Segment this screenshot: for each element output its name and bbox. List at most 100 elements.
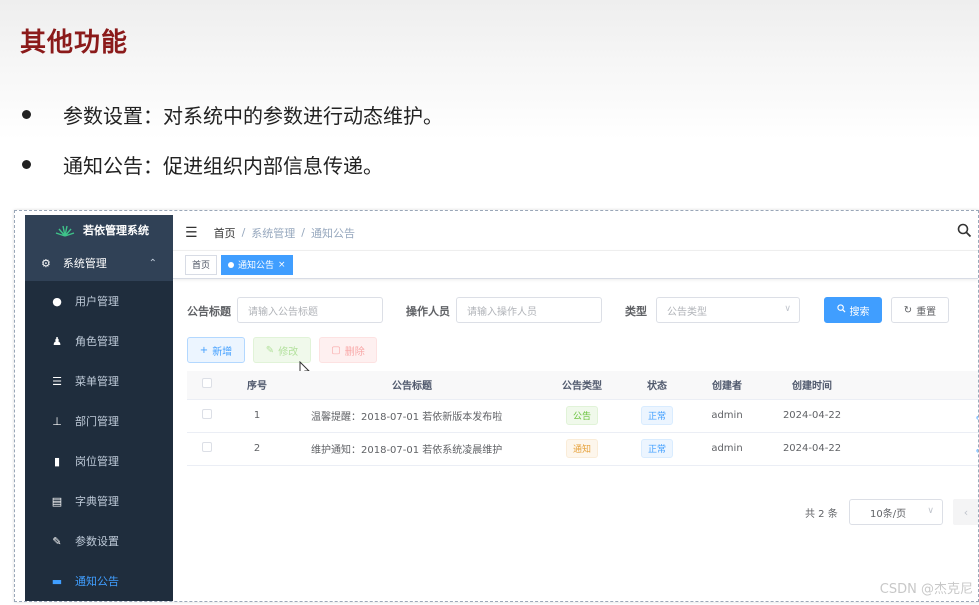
breadcrumb-separator: / (301, 226, 305, 239)
active-dot-icon (228, 261, 235, 268)
total-count: 共 2 条 (805, 509, 838, 520)
slide-title: 其他功能 (20, 28, 129, 58)
bullet-text: 通知公告：促进组织内部信息传递。 (63, 154, 383, 178)
app-logo[interactable]: 若依管理系统 (25, 215, 173, 245)
tag-notice[interactable]: 通知公告 × (221, 254, 293, 275)
page-size-value: 10条/页 (870, 508, 907, 520)
sidebar-item-label: 参数设置 (75, 535, 119, 548)
edit-button[interactable]: ✎ 修改 (253, 337, 311, 363)
column-header: 状态 (627, 371, 687, 400)
chevron-down-icon: ∨ (927, 506, 934, 516)
status-badge: 正常 (640, 406, 673, 425)
edit-button-label: 修改 (278, 346, 299, 358)
operation-cell: ✎ 修 (857, 432, 978, 466)
sidebar-item-label: 角色管理 (75, 335, 119, 348)
tree-table-icon: ☰ (52, 374, 62, 388)
tags-view: 首页 通知公告 × (173, 251, 978, 279)
column-header: 序号 (227, 371, 287, 400)
select-all-cell[interactable] (187, 371, 227, 400)
operator-placeholder: 请输入操作人员 (467, 306, 537, 318)
page-size-select[interactable]: 10条/页 ∨ (849, 499, 943, 525)
refresh-icon: ↻ (903, 304, 913, 316)
sidebar-item-label: 用户管理 (75, 295, 119, 308)
row-edit-link[interactable]: ✎ 修 (975, 411, 978, 426)
reset-button[interactable]: ↻ 重置 (891, 297, 949, 323)
sidebar-item-role[interactable]: ♟ 角色管理 (25, 321, 173, 361)
status-cell: 正常 (627, 399, 687, 433)
sidebar-group-label: 系统管理 (62, 257, 107, 270)
sidebar-item-menu[interactable]: ☰ 菜单管理 (25, 361, 173, 401)
message-icon: ▬ (51, 574, 63, 588)
sidebar-item-notice[interactable]: ▬ 通知公告 (25, 561, 173, 601)
add-button[interactable]: + 新增 (187, 337, 245, 363)
status-badge: 正常 (640, 439, 673, 458)
sidebar-item-dict[interactable]: ▤ 字典管理 (25, 481, 173, 521)
index-cell: 1 (227, 399, 287, 433)
table-row[interactable]: 2 维护通知：2018-07-01 若依系统凌晨维护 通知 正常 admin 2… (187, 432, 978, 466)
chevron-down-icon: ∨ (784, 304, 791, 314)
title-input[interactable]: 请输入公告标题 (237, 297, 383, 323)
hamburger-icon[interactable]: ☰ (185, 225, 198, 241)
trash-icon: ▢ (331, 344, 341, 356)
title-cell: 维护通知：2018-07-01 若依系统凌晨维护 (287, 432, 537, 466)
type-label: 类型 (625, 305, 647, 318)
delete-button-label: 删除 (344, 346, 365, 358)
type-badge: 公告 (565, 406, 598, 425)
created-cell: 2024-04-22 (767, 399, 857, 433)
search-button-label: 搜索 (849, 306, 870, 318)
column-header: 公告类型 (537, 371, 627, 400)
search-icon (836, 304, 846, 316)
sidebar-item-label: 字典管理 (75, 495, 119, 508)
title-placeholder: 请输入公告标题 (248, 306, 318, 318)
post-icon: ▮ (53, 454, 61, 468)
close-icon[interactable]: × (278, 260, 286, 270)
sidebar-item-dept[interactable]: ⊥ 部门管理 (25, 401, 173, 441)
creator-cell: admin (687, 399, 767, 433)
sidebar-item-post[interactable]: ▮ 岗位管理 (25, 441, 173, 481)
tag-home[interactable]: 首页 (185, 254, 218, 275)
search-icon[interactable] (957, 223, 972, 242)
pagination: 共 2 条 10条/页 ∨ ‹ (173, 499, 978, 525)
gear-icon: ⚙ (41, 256, 51, 270)
row-checkbox[interactable] (202, 442, 212, 452)
type-placeholder: 公告类型 (667, 306, 707, 318)
prev-page-button[interactable]: ‹ (953, 499, 978, 525)
column-header: 创建者 (687, 371, 767, 400)
sidebar-item-user[interactable]: ● 用户管理 (25, 281, 173, 321)
select-all-checkbox[interactable] (202, 378, 212, 389)
edit-icon: ✎ (52, 534, 62, 548)
search-form: 公告标题 请输入公告标题 操作人员 请输入操作人员 类型 公告类型 ∨ 搜索 ↻… (187, 297, 978, 323)
navbar: ☰ 首页 / 系统管理 / 通知公告 (173, 215, 978, 251)
sidebar-group-system[interactable]: ⚙ 系统管理 ⌃ (25, 245, 173, 281)
operator-input[interactable]: 请输入操作人员 (456, 297, 602, 323)
table-header-row: 序号 公告标题 公告类型 状态 创建者 创建时间 (187, 371, 978, 400)
breadcrumb-home[interactable]: 首页 (214, 225, 236, 241)
row-checkbox[interactable] (202, 409, 212, 419)
row-select-cell[interactable] (187, 432, 227, 466)
table-row[interactable]: 1 温馨提醒：2018-07-01 若依新版本发布啦 公告 正常 admin 2… (187, 399, 978, 433)
chevron-up-icon: ⌃ (148, 257, 157, 269)
created-cell: 2024-04-22 (767, 432, 857, 466)
row-select-cell[interactable] (187, 399, 227, 433)
column-header: 公告标题 (287, 371, 537, 400)
operation-cell: ✎ 修 (857, 399, 978, 433)
edit-icon: ✎ (265, 344, 275, 356)
status-cell: 正常 (627, 432, 687, 466)
bullet-item: 通知公告：促进组织内部信息传递。 (22, 150, 383, 179)
type-badge: 通知 (565, 439, 598, 458)
app-name: 若依管理系统 (83, 224, 149, 237)
bullet-dot-icon (22, 110, 31, 119)
breadcrumb-current: 通知公告 (311, 226, 355, 240)
delete-button[interactable]: ▢ 删除 (319, 337, 377, 363)
sidebar-item-config[interactable]: ✎ 参数设置 (25, 521, 173, 561)
search-button[interactable]: 搜索 (824, 297, 882, 323)
title-label: 公告标题 (187, 305, 231, 318)
type-select[interactable]: 公告类型 ∨ (656, 297, 800, 323)
bullet-text: 参数设置：对系统中的参数进行动态维护。 (63, 104, 443, 128)
sidebar-item-label: 通知公告 (75, 575, 119, 588)
row-edit-link[interactable]: ✎ 修 (975, 444, 978, 459)
peoples-icon: ♟ (52, 334, 62, 348)
user-icon: ● (52, 294, 62, 308)
dict-icon: ▤ (51, 494, 63, 508)
column-header: 创建时间 (767, 371, 857, 400)
